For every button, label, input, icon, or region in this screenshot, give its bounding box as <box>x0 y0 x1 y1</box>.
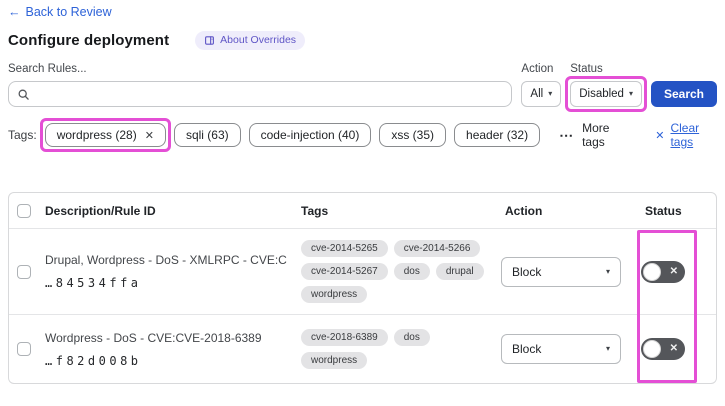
rule-tag-pill: drupal <box>435 263 484 280</box>
rule-id: …f82d008b <box>45 353 142 368</box>
select-all-checkbox[interactable] <box>17 203 31 218</box>
rules-table: Description/Rule ID Tags Action Status D… <box>8 192 717 384</box>
toggle-knob <box>643 340 661 358</box>
more-tags-label: More tags <box>582 121 610 149</box>
book-icon <box>205 35 215 45</box>
rule-tag-pill: wordpress <box>301 352 368 369</box>
tag-chip-wordpress[interactable]: wordpress (28) ✕ <box>44 123 166 147</box>
search-input-box[interactable] <box>8 81 513 107</box>
rule-tag-pill: cve-2014-5266 <box>393 240 481 257</box>
rule-tags-cell: cve-2014-5265 cve-2014-5266 cve-2014-5267 d… <box>301 240 501 303</box>
title-row: Configure deployment About Overrides <box>8 31 306 50</box>
tag-chip[interactable]: header (32) <box>454 123 541 147</box>
clear-tags-label: Clear tags <box>670 121 700 149</box>
search-button[interactable]: Search <box>650 81 717 107</box>
remove-tag-icon[interactable]: ✕ <box>145 129 154 142</box>
rule-description: Wordpress - DoS - CVE:CVE-2018-6389 <box>45 330 262 345</box>
chevron-down-icon: ▾ <box>628 89 633 98</box>
search-input[interactable] <box>36 87 504 101</box>
table-header-row: Description/Rule ID Tags Action Status <box>9 193 716 229</box>
column-header-tags: Tags <box>301 203 329 218</box>
toggle-off-icon: ✕ <box>669 342 678 354</box>
tag-chip-label: wordpress (28) <box>56 128 137 142</box>
tag-chip[interactable]: code-injection (40) <box>248 123 372 147</box>
toggle-off-icon: ✕ <box>669 265 678 277</box>
rule-tag-pill: cve-2014-5265 <box>301 240 388 257</box>
about-overrides-badge[interactable]: About Overrides <box>195 31 306 50</box>
action-filter-value: All <box>530 88 544 100</box>
status-toggle[interactable]: ✕ <box>641 338 685 360</box>
column-header-action: Action <box>505 203 543 218</box>
clear-x-icon: ✕ <box>655 129 665 142</box>
table-body: Drupal, Wordpress - DoS - XMLRPC - CVE:C… <box>9 229 716 383</box>
rule-action-cell: Block ▾ <box>501 256 641 287</box>
row-checkbox[interactable] <box>17 264 31 279</box>
action-filter-label: Action <box>521 63 554 75</box>
rule-action-cell: Block ▾ <box>501 334 641 364</box>
page-title: Configure deployment <box>8 32 170 49</box>
rule-description-cell: Wordpress - DoS - CVE:CVE-2018-6389 …f82d… <box>39 331 301 368</box>
rule-tag-pill: dos <box>393 263 430 280</box>
row-action-dropdown[interactable]: Block ▾ <box>501 334 621 364</box>
about-overrides-label: About Overrides <box>220 34 297 46</box>
rule-tags-cell: cve-2018-6389 dos wordpress <box>301 329 501 369</box>
tag-chip[interactable]: xss (35) <box>379 123 447 147</box>
rule-description-cell: Drupal, Wordpress - DoS - XMLRPC - CVE:C… <box>39 253 301 290</box>
tags-bar: Tags: wordpress (28) ✕ sqli (63) code-inj… <box>8 118 725 152</box>
clear-tags-link[interactable]: ✕ Clear tags <box>655 121 725 149</box>
row-action-value: Block <box>512 342 542 356</box>
rule-tag-pill: cve-2018-6389 <box>301 329 388 346</box>
rule-tag-pill: wordpress <box>301 286 368 303</box>
row-checkbox-cell <box>9 264 39 279</box>
status-filter-label: Status <box>570 63 603 75</box>
status-filter-value: Disabled <box>579 88 624 100</box>
selected-tag-annotation-box: wordpress (28) ✕ <box>39 118 171 152</box>
filter-controls: Search Rules... Action All ▾ Status Disa… <box>8 62 717 112</box>
search-icon <box>18 89 29 100</box>
table-row: Drupal, Wordpress - DoS - XMLRPC - CVE:C… <box>9 229 716 315</box>
row-checkbox[interactable] <box>17 342 31 356</box>
rule-status-cell: ✕ <box>641 260 716 283</box>
rule-tag-pill: dos <box>393 329 430 346</box>
chevron-down-icon: ▾ <box>605 266 610 276</box>
toggle-knob <box>643 262 661 281</box>
back-arrow-icon: ← <box>8 5 21 19</box>
column-header-status: Status <box>645 203 682 218</box>
configure-deployment-page: ← Back to Review Configure deployment Ab… <box>0 0 725 406</box>
row-checkbox-cell <box>9 342 39 356</box>
status-filter-dropdown[interactable]: Disabled ▾ <box>570 81 642 107</box>
rule-status-cell: ✕ <box>641 338 716 360</box>
row-action-value: Block <box>512 264 542 279</box>
table-row: Wordpress - DoS - CVE:CVE-2018-6389 …f82d… <box>9 315 716 383</box>
chevron-down-icon: ▾ <box>548 89 553 98</box>
ellipsis-icon: ⋯ <box>559 126 575 143</box>
chevron-down-icon: ▾ <box>605 344 610 353</box>
more-tags-button[interactable]: ⋯ More tags <box>559 121 635 149</box>
action-filter-dropdown[interactable]: All ▾ <box>521 81 562 107</box>
column-header-description: Description/Rule ID <box>45 203 156 218</box>
rule-description: Drupal, Wordpress - DoS - XMLRPC - CVE:C… <box>45 253 287 267</box>
back-link-label: Back to Review <box>25 5 112 19</box>
tag-chip[interactable]: sqli (63) <box>173 123 241 147</box>
tags-label: Tags: <box>8 128 37 142</box>
back-link[interactable]: ← Back to Review <box>8 5 112 19</box>
row-action-dropdown[interactable]: Block ▾ <box>501 256 621 287</box>
status-filter-annotation-box: Disabled ▾ <box>565 76 647 112</box>
rule-tag-pill: cve-2014-5267 <box>301 263 388 280</box>
rule-id: …84534ffa <box>45 276 142 290</box>
status-toggle[interactable]: ✕ <box>641 260 685 283</box>
search-rules-label: Search Rules... <box>8 63 87 75</box>
